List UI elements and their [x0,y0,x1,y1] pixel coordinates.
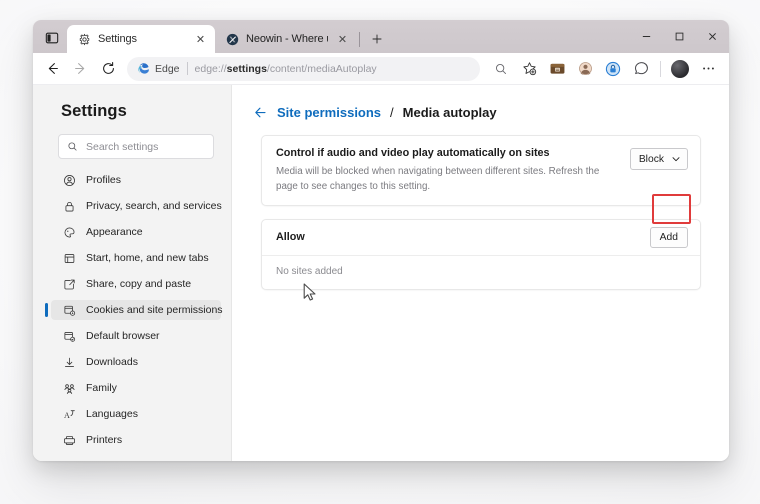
dropdown-value: Block [638,153,664,165]
tab-settings[interactable]: Settings ✕ [67,25,215,53]
sidebar-item-printers[interactable]: Printers [51,430,221,450]
tab-strip: Settings ✕ Neowin - Where unprofessional… [33,20,729,53]
page-title: Settings [61,102,127,120]
breadcrumb: Site permissions / Media autoplay [251,104,701,120]
appearance-icon [62,225,76,239]
settings-page: Settings Profiles [33,85,729,461]
neowin-icon [225,32,239,46]
new-tab-button[interactable] [364,26,390,52]
allow-list-card: Allow Add No sites added [261,218,701,290]
allow-list-title: Allow [276,231,305,244]
omnibox-url: edge://settings/content/mediaAutoplay [194,62,377,75]
sidebar-item-appearance[interactable]: Appearance [51,222,221,242]
breadcrumb-separator: / [390,104,394,120]
add-favorite-icon[interactable] [516,56,542,82]
cookies-icon [62,303,76,317]
omnibox-brand-label: Edge [155,62,180,75]
family-icon [62,381,76,395]
tab-search-icon[interactable] [37,24,67,52]
browser-toolbar: Edge edge://settings/content/mediaAutopl… [33,53,729,85]
sidebar-item-languages[interactable]: A Languages [51,404,221,424]
omnibox-divider [186,62,188,75]
back-arrow-icon[interactable] [252,104,268,120]
setting-description: Media will be blocked when navigating be… [276,166,600,192]
gear-icon [77,32,91,46]
window-controls [630,20,729,53]
lock-icon [62,199,76,213]
more-menu-icon[interactable] [695,56,721,82]
tab-title: Settings [98,33,137,45]
minimize-button[interactable] [630,20,663,53]
copilot-icon[interactable] [628,56,654,82]
share-icon [62,277,76,291]
extension-puzzle-icon[interactable] [572,56,598,82]
sidebar-item-label: Downloads [86,355,138,368]
tab-neowin[interactable]: Neowin - Where unprofessional ✕ [215,25,357,53]
browser-essentials-icon[interactable] [600,56,626,82]
settings-sidebar: Settings Profiles [33,85,231,461]
profile-avatar[interactable] [667,56,693,82]
sidebar-item-downloads[interactable]: Downloads [51,352,221,372]
maximize-button[interactable] [663,20,696,53]
printer-icon [62,433,76,447]
sidebar-item-label: Printers [86,433,123,446]
sidebar-item-label: Default browser [86,329,160,342]
breadcrumb-parent-link[interactable]: Site permissions [277,105,381,120]
settings-main-pane: Site permissions / Media autoplay Contro… [231,85,729,461]
browser-window: Settings ✕ Neowin - Where unprofessional… [33,20,729,461]
settings-nav-list: Profiles Privacy, search, and services A… [33,170,231,461]
refresh-icon[interactable] [95,56,121,82]
sidebar-item-system[interactable]: System [51,456,221,462]
sidebar-item-label: Privacy, search, and services [86,199,222,212]
sidebar-item-label: Family [86,381,117,394]
sidebar-item-label: Profiles [86,173,122,186]
sidebar-item-default-browser[interactable]: Default browser [51,326,221,346]
sidebar-item-cookies-and-site-permissions[interactable]: Cookies and site permissions [45,300,223,320]
sidebar-item-privacy[interactable]: Privacy, search, and services [51,196,222,216]
search-input[interactable] [86,140,205,153]
svg-text:A: A [63,410,69,419]
search-settings-field[interactable] [58,134,214,159]
close-button[interactable] [696,20,729,53]
tab-close-icon[interactable]: ✕ [335,32,350,47]
toolbar-divider [660,60,661,77]
sidebar-item-family[interactable]: Family [51,378,221,398]
tab-divider [359,32,360,47]
tab-close-icon[interactable]: ✕ [193,32,208,47]
sidebar-item-label: Cookies and site permissions [86,303,223,316]
sidebar-item-label: Languages [86,407,138,420]
breadcrumb-current: Media autoplay [402,104,497,120]
back-arrow-icon[interactable] [39,56,65,82]
sidebar-item-label: Appearance [86,225,143,238]
edge-logo-icon: Edge [137,62,180,75]
sidebar-item-profiles[interactable]: Profiles [51,170,221,190]
sidebar-item-start-home[interactable]: Start, home, and new tabs [51,248,221,268]
zoom-icon[interactable] [488,56,514,82]
download-icon [62,355,76,369]
media-autoplay-setting-card: Control if audio and video play automati… [261,135,701,206]
address-bar[interactable]: Edge edge://settings/content/mediaAutopl… [127,56,480,81]
autoplay-control-dropdown[interactable]: Block [629,148,688,170]
system-icon [62,459,76,461]
tab-title: Neowin - Where unprofessional [246,33,328,45]
start-home-icon [62,251,76,265]
profiles-icon [62,173,76,187]
setting-title: Control if audio and video play automati… [276,147,550,159]
languages-icon: A [62,407,76,421]
collections-icon[interactable] [544,56,570,82]
forward-arrow-icon[interactable] [67,56,93,82]
sidebar-item-label: Share, copy and paste [86,277,192,290]
default-browser-icon [62,329,76,343]
sidebar-item-label: Start, home, and new tabs [86,251,209,264]
add-button[interactable]: Add [649,226,688,248]
chevron-down-icon [671,154,681,164]
search-icon [67,141,78,152]
allow-list-empty-text: No sites added [276,265,343,277]
sidebar-item-share-copy-paste[interactable]: Share, copy and paste [51,274,221,294]
